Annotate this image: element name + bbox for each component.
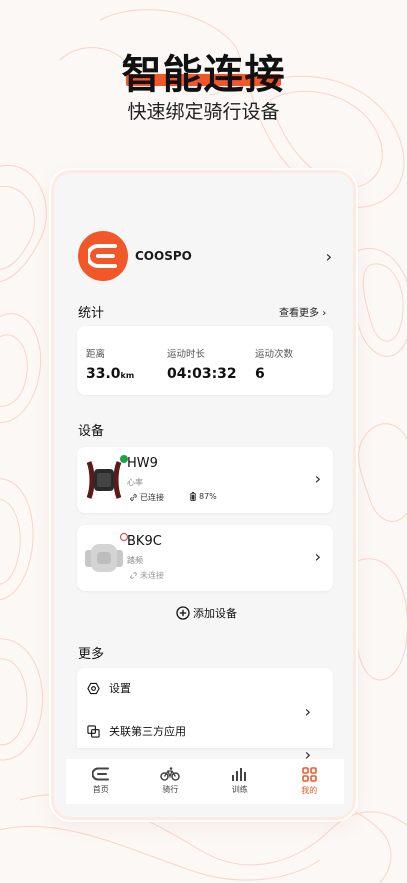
training-bars-icon — [231, 768, 246, 781]
stat-distance: 距离 33.0km — [86, 346, 134, 382]
add-device-button[interactable]: 添加设备 — [54, 605, 353, 621]
device-card-hw9[interactable]: HW9 心率 已连接 87% › — [77, 447, 333, 513]
device-battery-label: 87% — [199, 492, 217, 501]
stats-section-label: 统计 — [78, 306, 105, 321]
phone-frame: COOSPO › 统计 查看更多 › 距离 33.0km 运动时长 04:03:… — [51, 170, 356, 820]
tab-label: 首页 — [92, 785, 109, 794]
tab-label: 训练 — [231, 785, 248, 794]
menu-item-third-party[interactable]: 关联第三方应用 › — [87, 723, 323, 764]
hero-subtitle: 快速绑定骑行设备 — [127, 101, 280, 123]
tab-my[interactable]: 我的 — [275, 759, 345, 804]
settings-hex-icon — [87, 682, 100, 694]
coospo-logo-icon — [78, 231, 128, 281]
menu-item-label: 关联第三方应用 — [109, 725, 186, 738]
device-name: HW9 — [127, 456, 158, 471]
stat-duration: 运动时长 04:03:32 — [167, 346, 237, 382]
stats-card[interactable]: 距离 33.0km 运动时长 04:03:32 运动次数 6 — [77, 326, 333, 395]
devices-section-label: 设备 — [78, 424, 105, 439]
device-type: 踏频 — [127, 556, 143, 565]
more-card: 设置 › 关联第三方应用 › — [77, 668, 333, 764]
heart-rate-strap-icon — [86, 461, 122, 499]
view-more-label: 查看更多 — [279, 308, 319, 319]
hero-title: 智能连接 — [121, 52, 286, 98]
view-more-link[interactable]: 查看更多 › — [279, 304, 326, 319]
device-status-label: 已连接 — [140, 493, 164, 502]
stat-label: 运动次数 — [255, 349, 294, 360]
device-name: BK9C — [127, 534, 162, 549]
tab-training[interactable]: 训练 — [205, 759, 275, 804]
device-card-bk9c[interactable]: BK9C 踏频 未连接 › — [77, 525, 333, 591]
cadence-sensor-icon — [85, 544, 123, 572]
stat-count: 运动次数 6 — [255, 346, 293, 382]
more-section-label: 更多 — [78, 647, 105, 662]
chevron-right-icon: › — [325, 246, 332, 266]
unlink-icon — [130, 572, 137, 579]
stat-value: 04:03:32 — [167, 366, 237, 382]
battery-icon — [190, 492, 196, 501]
tab-label: 我的 — [301, 786, 318, 795]
menu-item-label: 设置 — [109, 682, 131, 695]
stat-value: 6 — [255, 366, 265, 382]
add-circle-icon — [176, 606, 190, 620]
device-status: 未连接 — [129, 570, 164, 581]
my-grid-icon — [301, 767, 317, 782]
device-status-label: 未连接 — [140, 571, 164, 580]
chevron-right-icon: › — [322, 308, 327, 319]
stat-label: 距离 — [86, 349, 106, 360]
link-icon — [130, 494, 137, 501]
chevron-right-icon: › — [304, 702, 311, 721]
tab-label: 骑行 — [162, 785, 179, 794]
device-status: 已连接 — [129, 492, 164, 503]
link-apps-icon — [87, 724, 100, 738]
stat-value: 33.0km — [86, 366, 134, 382]
device-type: 心率 — [127, 478, 143, 487]
home-icon — [91, 767, 109, 781]
chevron-right-icon: › — [314, 469, 321, 488]
profile-row[interactable]: COOSPO › — [78, 230, 332, 282]
bike-icon — [160, 767, 180, 781]
profile-name: COOSPO — [135, 249, 192, 263]
stat-number: 33.0 — [86, 366, 121, 382]
tab-home[interactable]: 首页 — [66, 759, 136, 804]
tab-ride[interactable]: 骑行 — [136, 759, 206, 804]
stat-label: 运动时长 — [167, 349, 206, 360]
bottom-tab-bar: 首页 骑行 训练 我的 — [66, 759, 344, 804]
chevron-right-icon: › — [314, 547, 321, 566]
stat-unit: km — [120, 371, 135, 380]
device-battery: 87% — [190, 492, 217, 501]
menu-item-settings[interactable]: 设置 › — [87, 680, 323, 721]
add-device-label: 添加设备 — [193, 607, 237, 620]
